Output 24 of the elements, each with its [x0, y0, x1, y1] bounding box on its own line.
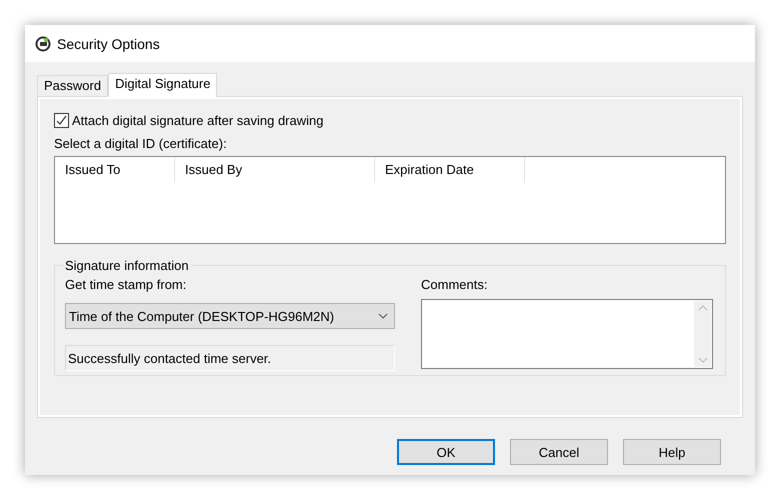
column-header[interactable]: Expiration Date: [375, 157, 525, 183]
certificate-list[interactable]: Issued To Issued By Expiration Date: [54, 156, 726, 244]
dialog-button[interactable]: Cancel: [510, 439, 608, 465]
tab[interactable]: Password: [37, 75, 108, 96]
window-title: Security Options: [57, 36, 160, 52]
field-label: Get time stamp from:: [65, 277, 188, 292]
dialog-button[interactable]: OK: [397, 439, 495, 465]
status-field: Successfully contacted time server.: [65, 345, 395, 371]
list-label: Select a digital ID (certificate):: [54, 136, 228, 151]
scroll-down-icon[interactable]: [698, 357, 708, 363]
app-icon: [35, 36, 51, 52]
scroll-up-icon[interactable]: [698, 305, 708, 311]
field-label: Comments:: [421, 277, 488, 292]
column-header[interactable]: Issued To: [55, 157, 175, 183]
checkbox-label[interactable]: Attach digital signature after saving drawing: [72, 113, 324, 128]
tab[interactable]: Digital Signature: [108, 73, 218, 97]
scrollbar[interactable]: [694, 301, 711, 367]
column-header[interactable]: Issued By: [175, 157, 375, 183]
group-title: Signature information: [64, 258, 190, 273]
time-stamp-dropdown[interactable]: Time of the Computer (DESKTOP-HG96M2N): [65, 303, 395, 329]
comments-field[interactable]: [421, 299, 713, 369]
checkbox[interactable]: [54, 113, 69, 128]
dialog-button[interactable]: Help: [623, 439, 721, 465]
chevron-down-icon: [378, 313, 388, 319]
